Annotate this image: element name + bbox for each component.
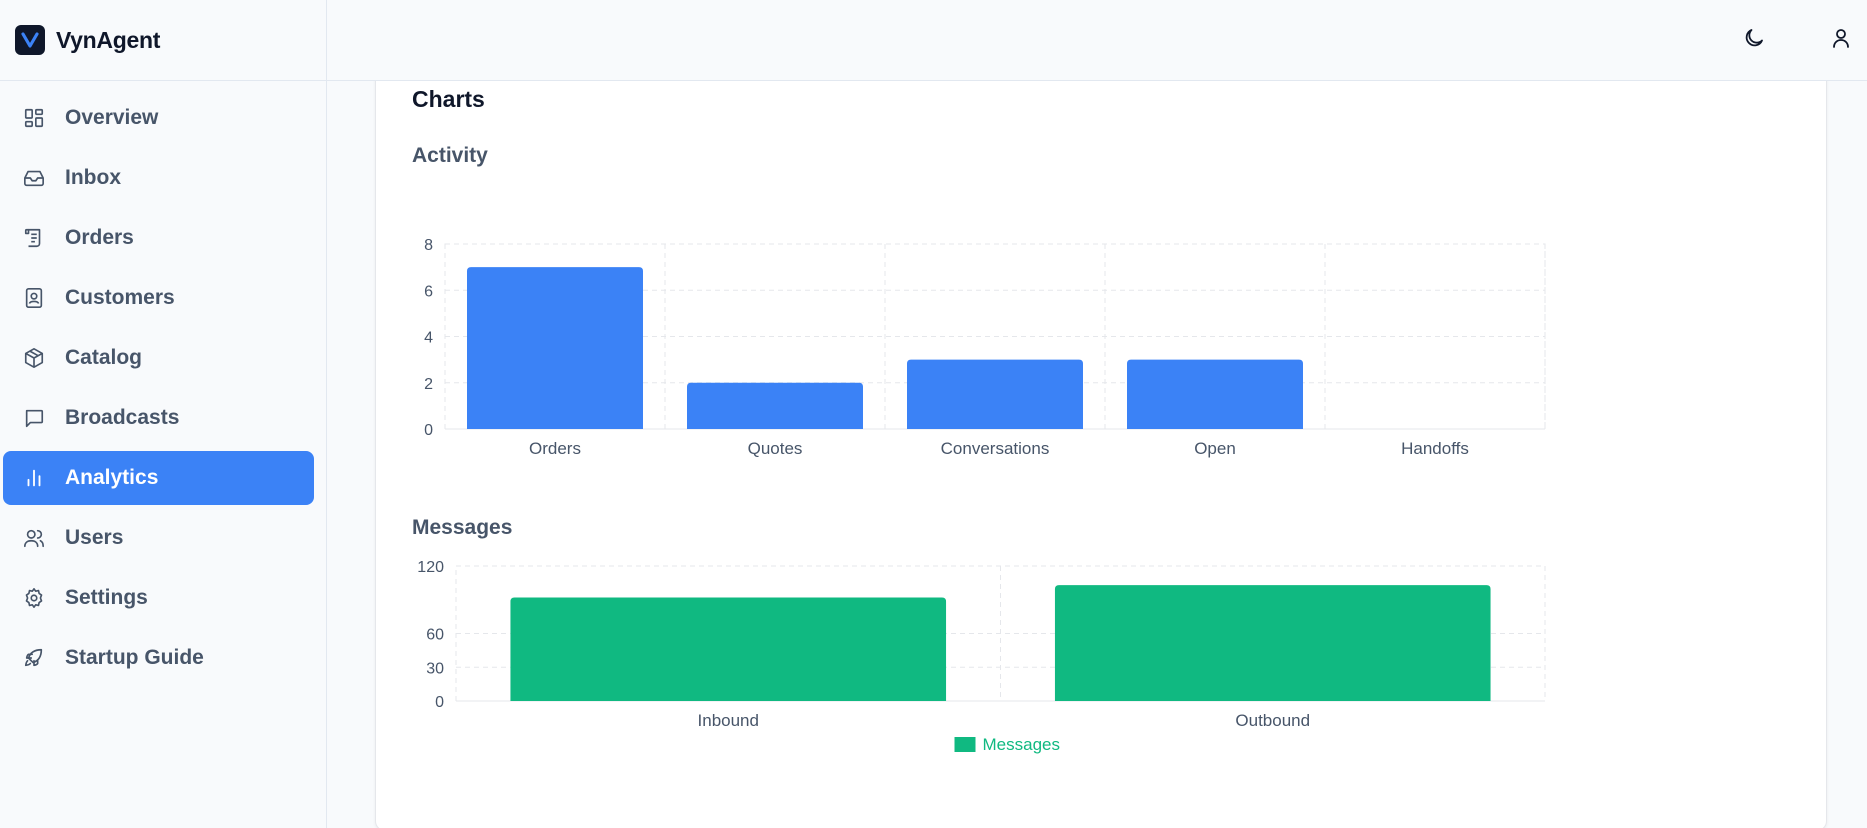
sidebar-item-catalog[interactable]: Catalog — [3, 331, 314, 385]
y-tick-label: 8 — [424, 237, 433, 254]
receipt-icon — [21, 225, 47, 251]
y-tick-label: 6 — [424, 283, 433, 300]
y-tick-label: 0 — [424, 422, 433, 439]
legend-label: Messages — [983, 735, 1060, 754]
message-icon — [21, 405, 47, 431]
x-tick-label: Conversations — [941, 439, 1050, 458]
messages-chart-title: Messages — [412, 516, 513, 539]
sidebar-item-label: Startup Guide — [65, 646, 204, 669]
topbar — [327, 0, 1867, 81]
y-tick-label: 2 — [424, 376, 433, 393]
sidebar-item-analytics[interactable]: Analytics — [3, 451, 314, 505]
sidebar-item-label: Settings — [65, 586, 148, 609]
sidebar-item-users[interactable]: Users — [3, 511, 314, 565]
x-tick-label: Outbound — [1235, 711, 1310, 730]
sidebar: VynAgent Overview Inbox Orders Customers — [0, 0, 327, 828]
charts-card: Charts Activity 0 2 4 6 8 Orders Quotes Convers… — [375, 81, 1827, 828]
sidebar-item-settings[interactable]: Settings — [3, 571, 314, 625]
sidebar-item-label: Catalog — [65, 346, 143, 369]
sidebar-item-label: Broadcasts — [65, 406, 180, 429]
gear-icon — [21, 585, 47, 611]
x-tick-label: Handoffs — [1401, 439, 1469, 458]
sidebar-item-label: Customers — [65, 286, 175, 309]
y-tick-label: 30 — [426, 660, 444, 677]
messages-chart: 0 30 60 120 Inbound Outbound Messages — [417, 559, 1546, 754]
y-tick-label: 120 — [417, 559, 444, 576]
y-tick-label: 4 — [424, 330, 433, 347]
inbox-icon — [21, 165, 47, 191]
sidebar-item-broadcasts[interactable]: Broadcasts — [3, 391, 314, 445]
moon-icon — [1742, 26, 1766, 55]
contact-icon — [21, 285, 47, 311]
sidebar-item-label: Analytics — [65, 466, 159, 489]
brand[interactable]: VynAgent — [0, 0, 326, 81]
logo-icon — [15, 25, 45, 55]
bar-quotes[interactable] — [687, 382, 863, 429]
rocket-icon — [21, 645, 47, 671]
sidebar-item-orders[interactable]: Orders — [3, 211, 314, 265]
sidebar-item-customers[interactable]: Customers — [3, 271, 314, 325]
grid-icon — [21, 105, 47, 131]
bar-conversations[interactable] — [907, 359, 1083, 429]
bar-orders[interactable] — [467, 267, 643, 429]
y-tick-label: 60 — [426, 627, 444, 644]
sidebar-item-label: Inbox — [65, 166, 121, 189]
sidebar-item-label: Overview — [65, 106, 159, 129]
main-content: Charts Activity 0 2 4 6 8 Orders Quotes Convers… — [327, 81, 1867, 828]
sidebar-item-label: Users — [65, 526, 124, 549]
package-icon — [21, 345, 47, 371]
bar-chart-icon — [21, 465, 47, 491]
bar-outbound[interactable] — [1054, 585, 1491, 701]
bar-inbound[interactable] — [510, 597, 947, 702]
sidebar-item-inbox[interactable]: Inbox — [3, 151, 314, 205]
user-icon — [1829, 26, 1853, 55]
x-tick-label: Quotes — [748, 439, 803, 458]
y-tick-label: 0 — [435, 694, 444, 711]
sidebar-item-overview[interactable]: Overview — [3, 91, 314, 145]
activity-chart: 0 2 4 6 8 Orders Quotes Conversations Open Handof… — [424, 237, 1546, 458]
chart-legend[interactable]: Messages — [954, 735, 1060, 754]
section-title: Charts — [412, 86, 485, 112]
sidebar-nav: Overview Inbox Orders Customers Catalog — [3, 91, 314, 691]
x-tick-label: Orders — [529, 439, 581, 458]
activity-chart-title: Activity — [412, 144, 488, 167]
theme-toggle-button[interactable] — [1738, 24, 1770, 56]
profile-button[interactable] — [1825, 24, 1857, 56]
sidebar-item-label: Orders — [65, 226, 134, 249]
users-icon — [21, 525, 47, 551]
legend-swatch — [954, 737, 976, 752]
x-tick-label: Open — [1194, 439, 1236, 458]
sidebar-item-startup-guide[interactable]: Startup Guide — [3, 631, 314, 685]
app-name: VynAgent — [56, 26, 161, 53]
bar-open[interactable] — [1127, 359, 1303, 429]
x-tick-label: Inbound — [698, 711, 759, 730]
